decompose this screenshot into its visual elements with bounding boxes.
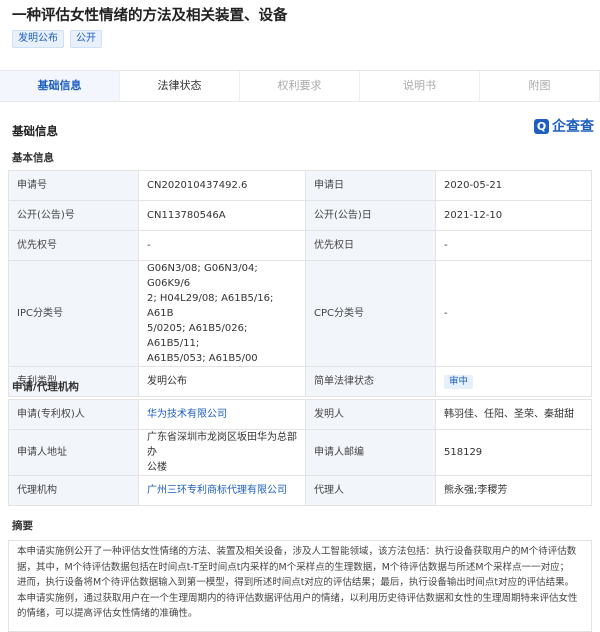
abstract-title: 摘要: [12, 520, 33, 532]
priority-date-value: -: [435, 230, 592, 261]
tab-bar: 基础信息 法律状态 权利要求 说明书 附图: [0, 70, 600, 102]
patent-type-value: 发明公布: [138, 366, 306, 397]
applicant-link[interactable]: 华为技术有限公司: [138, 399, 306, 430]
legal-status-label: 简单法律状态: [305, 366, 436, 397]
application-date-value: 2020-05-21: [435, 170, 592, 201]
abstract-line: 的情绪，可以提高评估女性情绪的准确性。: [17, 608, 198, 619]
legal-status-value: 审中: [435, 366, 592, 397]
ipc-line: G06N3/08; G06N3/04; G06K9/6: [147, 263, 258, 289]
status-badge: 审中: [444, 375, 474, 389]
ipc-line: A61B5/053; A61B5/00: [147, 353, 258, 364]
tab-claims[interactable]: 权利要求: [240, 71, 360, 101]
publication-date-label: 公开(公告)日: [305, 200, 436, 231]
application-number-label: 申请号: [8, 170, 139, 201]
priority-date-label: 优先权日: [305, 230, 436, 261]
priority-number-value: -: [138, 230, 306, 261]
priority-number-label: 优先权号: [8, 230, 139, 261]
abstract-line: 据，其中，M个待评估数据包括在时间点t-T至时间点t内采样的M个采样点的生理数据…: [17, 561, 570, 573]
table-row: 申请人地址 广东省深圳市龙岗区坂田华为总部办 公楼 申请人邮编 518129: [8, 429, 592, 476]
ipc-label: IPC分类号: [8, 260, 139, 367]
table-row: 优先权号 - 优先权日 -: [8, 230, 592, 261]
tab-drawings[interactable]: 附图: [480, 71, 600, 101]
section-title: 基础信息: [12, 124, 58, 138]
table-row: 专利类型 发明公布 简单法律状态 审中: [8, 366, 592, 397]
applicant-zip-label: 申请人邮编: [305, 429, 436, 476]
page-title: 一种评估女性情绪的方法及相关装置、设备: [12, 8, 288, 24]
basic-info-table: 申请号 CN202010437492.6 申请日 2020-05-21 公开(公…: [8, 170, 592, 397]
abstract-line: 本申请实施例，通过获取用户在一个生理周期内的待评估数据评估用户的情绪，以利用历史…: [17, 592, 578, 604]
application-number-value: CN202010437492.6: [138, 170, 306, 201]
cpc-value: -: [435, 260, 592, 367]
agent-org-link[interactable]: 广州三环专利商标代理有限公司: [138, 475, 306, 506]
cpc-label: CPC分类号: [305, 260, 436, 367]
tab-basic-info[interactable]: 基础信息: [0, 71, 120, 101]
tag-list: 发明公布 公开: [12, 30, 102, 48]
table-row: 申请号 CN202010437492.6 申请日 2020-05-21: [8, 170, 592, 201]
agent-value: 熊永强;李稷芳: [435, 475, 592, 506]
table-row: IPC分类号 G06N3/08; G06N3/04; G06K9/6 2; H0…: [8, 260, 592, 367]
agent-label: 代理人: [305, 475, 436, 506]
publication-number-label: 公开(公告)号: [8, 200, 139, 231]
address-line: 广东省深圳市龙岗区坂田华为总部办: [147, 432, 297, 458]
applicant-zip-value: 518129: [435, 429, 592, 476]
table-row: 代理机构 广州三环专利商标代理有限公司 代理人 熊永强;李稷芳: [8, 475, 592, 506]
logo-icon: Q: [534, 118, 549, 134]
ipc-line: 5/0205; A61B5/026; A61B5/11;: [147, 323, 248, 349]
logo-text: 企查查: [552, 119, 594, 135]
applicant-label: 申请(专利权)人: [8, 399, 139, 430]
address-line: 公楼: [147, 462, 167, 473]
tag-invention-publication: 发明公布: [12, 30, 64, 48]
ipc-line: 2; H04L29/08; A61B5/16; A61B: [147, 293, 274, 319]
table-row: 申请(专利权)人 华为技术有限公司 发明人 韩羽佳、任阳、圣荣、秦甜甜: [8, 399, 592, 430]
qichacha-logo: Q 企查查: [534, 116, 594, 136]
publication-number-value: CN113780546A: [138, 200, 306, 231]
agent-org-label: 代理机构: [8, 475, 139, 506]
abstract-line: 本申请实施例公开了一种评估女性情绪的方法、装置及相关设备，涉及人工智能领域，该方…: [17, 546, 577, 557]
tab-legal-status[interactable]: 法律状态: [120, 71, 240, 101]
basic-info-subtitle: 基本信息: [12, 152, 54, 164]
applicant-address-value: 广东省深圳市龙岗区坂田华为总部办 公楼: [138, 429, 306, 476]
inventor-value: 韩羽佳、任阳、圣荣、秦甜甜: [435, 399, 592, 430]
abstract-text: 本申请实施例公开了一种评估女性情绪的方法、装置及相关设备，涉及人工智能领域，该方…: [8, 540, 592, 632]
agency-table: 申请(专利权)人 华为技术有限公司 发明人 韩羽佳、任阳、圣荣、秦甜甜 申请人地…: [8, 399, 592, 506]
ipc-value: G06N3/08; G06N3/04; G06K9/6 2; H04L29/08…: [138, 260, 306, 367]
tab-description[interactable]: 说明书: [360, 71, 480, 101]
agency-subtitle: 申请/代理机构: [12, 381, 79, 393]
publication-date-value: 2021-12-10: [435, 200, 592, 231]
tag-public: 公开: [70, 30, 102, 48]
application-date-label: 申请日: [305, 170, 436, 201]
applicant-address-label: 申请人地址: [8, 429, 139, 476]
table-row: 公开(公告)号 CN113780546A 公开(公告)日 2021-12-10: [8, 200, 592, 231]
abstract-line: 进而，执行设备将M个待评估数据输入到第一模型，得到所述时间点t对应的评估结果；最…: [17, 577, 575, 588]
inventor-label: 发明人: [305, 399, 436, 430]
